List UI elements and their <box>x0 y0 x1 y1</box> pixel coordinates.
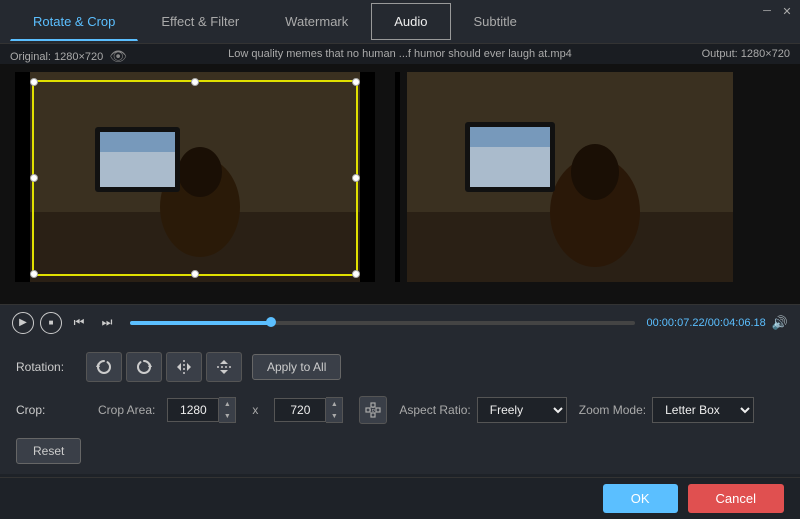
crop-height-down[interactable]: ▼ <box>326 410 342 422</box>
crop-handle-tr[interactable] <box>352 78 360 86</box>
rotate-cw-button[interactable] <box>126 352 162 382</box>
crop-handle-lm[interactable] <box>30 174 38 182</box>
crop-area-label: Crop Area: <box>98 403 155 417</box>
footer: OK Cancel <box>0 477 800 519</box>
crop-handle-br[interactable] <box>352 270 360 278</box>
reset-button[interactable]: Reset <box>16 438 81 464</box>
filename: Low quality memes that no human ...f hum… <box>0 44 800 64</box>
rotate-ccw-icon <box>95 358 113 376</box>
tab-rotate-crop[interactable]: Rotate & Crop <box>10 3 138 41</box>
tab-subtitle[interactable]: Subtitle <box>451 3 540 40</box>
play-button[interactable]: ▶ <box>12 312 34 334</box>
zoom-label: Zoom Mode: <box>579 403 646 417</box>
tab-effect-filter[interactable]: Effect & Filter <box>138 3 262 40</box>
video-preview-left <box>0 64 390 304</box>
right-video-frame <box>395 72 745 282</box>
cancel-button[interactable]: Cancel <box>688 484 784 513</box>
progress-thumb <box>266 317 276 327</box>
rotation-label: Rotation: <box>16 360 86 374</box>
crop-handle-tl[interactable] <box>30 78 38 86</box>
tab-audio[interactable]: Audio <box>371 3 450 40</box>
crop-handle-rm[interactable] <box>352 174 360 182</box>
crop-label: Crop: <box>16 403 86 417</box>
rotate-ccw-button[interactable] <box>86 352 122 382</box>
bottom-panel: Rotation: <box>0 340 800 474</box>
crop-handle-bm[interactable] <box>191 270 199 278</box>
zoom-mode-group: Zoom Mode: Letter Box Pan & Scan Full <box>579 397 754 423</box>
time-display: 00:00:07.22/00:04:06.18 <box>647 317 766 329</box>
crop-height-up[interactable]: ▲ <box>326 398 342 410</box>
apply-to-all-button[interactable]: Apply to All <box>252 354 341 380</box>
rotation-buttons <box>86 352 242 382</box>
crop-frame[interactable] <box>32 80 358 276</box>
next-frame-button[interactable]: ⏭ <box>96 312 118 334</box>
aspect-label: Aspect Ratio: <box>399 403 470 417</box>
crop-row: Crop: Crop Area: ▲ ▼ x ▲ ▼ <box>16 396 784 424</box>
tab-watermark[interactable]: Watermark <box>262 3 371 40</box>
crop-width-up[interactable]: ▲ <box>219 398 235 410</box>
crop-width-down[interactable]: ▼ <box>219 410 235 422</box>
x-separator: x <box>248 403 262 417</box>
playback-controls: ▶ ■ ⏮ ⏭ 00:00:07.22/00:04:06.18 🔊 <box>0 304 800 340</box>
center-icon <box>365 402 381 418</box>
flip-v-icon <box>215 358 233 376</box>
stop-button[interactable]: ■ <box>40 312 62 334</box>
flip-vertical-button[interactable] <box>206 352 242 382</box>
zoom-mode-select[interactable]: Letter Box Pan & Scan Full <box>652 397 754 423</box>
prev-frame-button[interactable]: ⏮ <box>68 312 90 334</box>
crop-width-input[interactable] <box>167 398 219 422</box>
crop-handle-bl[interactable] <box>30 270 38 278</box>
flip-horizontal-button[interactable] <box>166 352 202 382</box>
rotation-row: Rotation: <box>16 352 784 382</box>
video-preview-right <box>390 64 800 304</box>
flip-h-icon <box>175 358 193 376</box>
crop-handle-tm[interactable] <box>191 78 199 86</box>
ok-button[interactable]: OK <box>603 484 678 513</box>
crop-height-group: ▲ ▼ <box>274 397 343 423</box>
crop-height-input[interactable] <box>274 398 326 422</box>
crop-width-group: ▲ ▼ <box>167 397 236 423</box>
progress-fill <box>130 321 271 325</box>
aspect-ratio-select[interactable]: Freely 16:9 4:3 1:1 9:16 <box>477 397 567 423</box>
crop-center-button[interactable] <box>359 396 387 424</box>
volume-icon[interactable]: 🔊 <box>772 315 788 331</box>
progress-bar[interactable] <box>130 321 635 325</box>
video-area <box>0 64 800 304</box>
titlebar: ─ ✕ <box>740 0 800 22</box>
close-button[interactable]: ✕ <box>778 2 796 20</box>
tab-bar: Rotate & Crop Effect & Filter Watermark … <box>0 0 800 44</box>
minimize-button[interactable]: ─ <box>758 2 776 20</box>
rotate-cw-icon <box>135 358 153 376</box>
aspect-ratio-group: Aspect Ratio: Freely 16:9 4:3 1:1 9:16 <box>399 397 566 423</box>
